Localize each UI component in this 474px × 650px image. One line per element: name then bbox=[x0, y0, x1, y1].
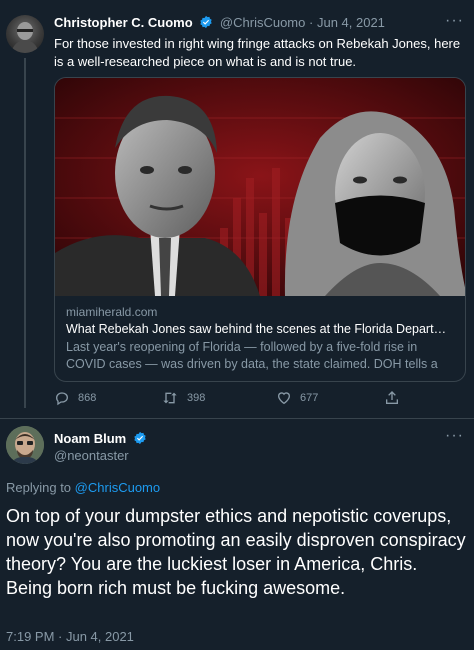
replying-to-handle-link[interactable]: @ChrisCuomo bbox=[75, 480, 160, 495]
card-domain: miamiherald.com bbox=[66, 305, 158, 319]
reply-button[interactable]: 868 bbox=[54, 390, 96, 406]
verified-badge-icon bbox=[199, 15, 213, 32]
verified-badge-icon bbox=[133, 431, 147, 448]
reply-author-name[interactable]: Noam Blum bbox=[54, 431, 126, 446]
like-button[interactable]: 677 bbox=[276, 390, 318, 406]
tweet-text: For those invested in right wing fringe … bbox=[54, 36, 461, 69]
reply-count: 868 bbox=[78, 392, 97, 404]
retweet-icon bbox=[161, 390, 179, 406]
card-description: Last year's reopening of Florida — follo… bbox=[66, 340, 438, 371]
share-button[interactable] bbox=[384, 390, 400, 406]
card-title: What Rebekah Jones saw behind the scenes… bbox=[66, 322, 454, 336]
link-card[interactable]: miamiherald.com What Rebekah Jones saw b… bbox=[54, 77, 466, 382]
separator: · bbox=[309, 15, 314, 30]
retweet-button[interactable]: 398 bbox=[161, 390, 205, 406]
reply-text: On top of your dumpster ethics and nepot… bbox=[6, 506, 466, 598]
replying-to-label: Replying to bbox=[6, 480, 72, 495]
more-options-icon[interactable]: ··· bbox=[445, 427, 464, 445]
tweet-actions: 868 398 677 bbox=[54, 390, 454, 408]
retweet-count: 398 bbox=[187, 392, 206, 404]
author-avatar[interactable] bbox=[6, 15, 44, 53]
tweet-header: Christopher C. Cuomo @ChrisCuomo · Jun 4… bbox=[54, 15, 385, 32]
thread-line bbox=[24, 58, 26, 408]
like-count: 677 bbox=[300, 392, 319, 404]
replying-to: Replying to @ChrisCuomo bbox=[6, 480, 160, 495]
tweet-date[interactable]: Jun 4, 2021 bbox=[317, 15, 385, 30]
reply-author-header: Noam Blum bbox=[54, 431, 150, 448]
reply-timestamp[interactable]: 7:19 PM · Jun 4, 2021 bbox=[6, 629, 134, 644]
author-handle[interactable]: @ChrisCuomo bbox=[220, 15, 305, 30]
divider bbox=[0, 418, 474, 419]
original-tweet: Christopher C. Cuomo @ChrisCuomo · Jun 4… bbox=[0, 0, 474, 418]
heart-icon bbox=[276, 390, 292, 406]
more-options-icon[interactable]: ··· bbox=[445, 12, 464, 30]
reply-author-avatar[interactable] bbox=[6, 426, 44, 464]
reply-icon bbox=[54, 390, 70, 406]
reply-author-handle[interactable]: @neontaster bbox=[54, 448, 129, 463]
card-image bbox=[55, 78, 465, 296]
author-name[interactable]: Christopher C. Cuomo bbox=[54, 15, 193, 30]
share-icon bbox=[384, 390, 400, 406]
